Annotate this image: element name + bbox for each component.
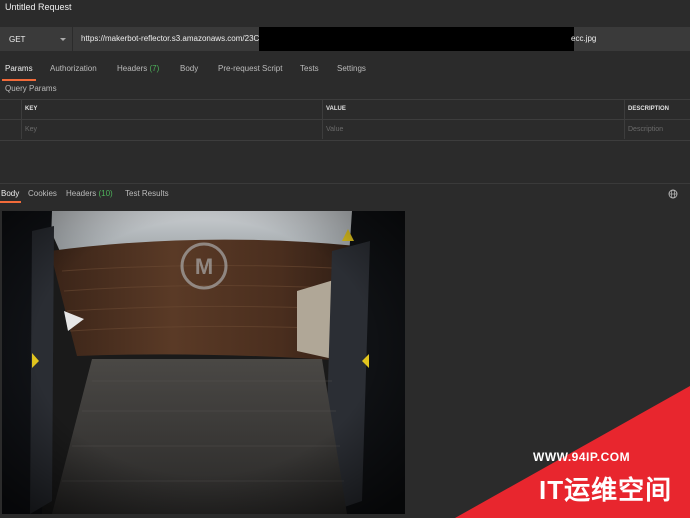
tab-pre-request-script[interactable]: Pre-request Script [218, 60, 282, 82]
url-bar: GET https://makerbot-reflector.s3.amazon… [0, 27, 690, 51]
tab-response-body[interactable]: Body [0, 187, 22, 203]
watermark-text: IT运维空间 [539, 475, 673, 505]
tab-tests[interactable]: Tests [300, 60, 319, 82]
table-divider [624, 100, 625, 139]
tab-body[interactable]: Body [180, 60, 198, 82]
method-select[interactable]: GET [0, 27, 72, 51]
params-table: KEY VALUE DESCRIPTION Key Value Descript… [0, 99, 690, 141]
printer-camera-photo: M [2, 211, 405, 514]
method-divider [72, 27, 73, 51]
method-label: GET [9, 34, 26, 44]
pane-divider[interactable] [0, 183, 690, 184]
watermark: WWW.94IP.COM IT运维空间 [455, 378, 690, 518]
value-input[interactable]: Value [326, 120, 343, 139]
globe-icon[interactable] [668, 189, 678, 199]
description-input[interactable]: Description [628, 120, 663, 139]
response-image: M [2, 211, 405, 514]
query-params-title: Query Params [5, 84, 57, 93]
url-input-tail[interactable]: ecc.jpg [571, 27, 596, 51]
column-description: DESCRIPTION [628, 106, 670, 112]
key-input[interactable]: Key [25, 120, 37, 139]
url-input[interactable]: https://makerbot-reflector.s3.amazonaws.… [81, 27, 259, 51]
table-divider [21, 100, 22, 139]
tab-headers[interactable]: Headers (7) [117, 60, 159, 82]
url-redaction [259, 27, 574, 51]
tab-cookies[interactable]: Cookies [28, 187, 57, 203]
params-header-row: KEY VALUE DESCRIPTION [0, 100, 690, 120]
params-row: Key Value Description [0, 120, 690, 139]
tab-test-results[interactable]: Test Results [125, 187, 169, 203]
watermark-url: WWW.94IP.COM [533, 450, 631, 464]
response-tabs: Body Cookies Headers (10) Test Results [0, 187, 690, 205]
chevron-down-icon [60, 37, 66, 41]
column-key: KEY [25, 106, 38, 112]
column-value: VALUE [326, 106, 346, 112]
tab-authorization[interactable]: Authorization [50, 60, 97, 82]
request-tabs: Params Authorization Headers (7) Body Pr… [0, 60, 690, 82]
tab-response-headers[interactable]: Headers (10) [66, 187, 113, 203]
tab-params[interactable]: Params [2, 60, 36, 82]
tab-settings[interactable]: Settings [337, 60, 366, 82]
window-title: Untitled Request [5, 2, 72, 12]
table-divider [322, 100, 323, 139]
